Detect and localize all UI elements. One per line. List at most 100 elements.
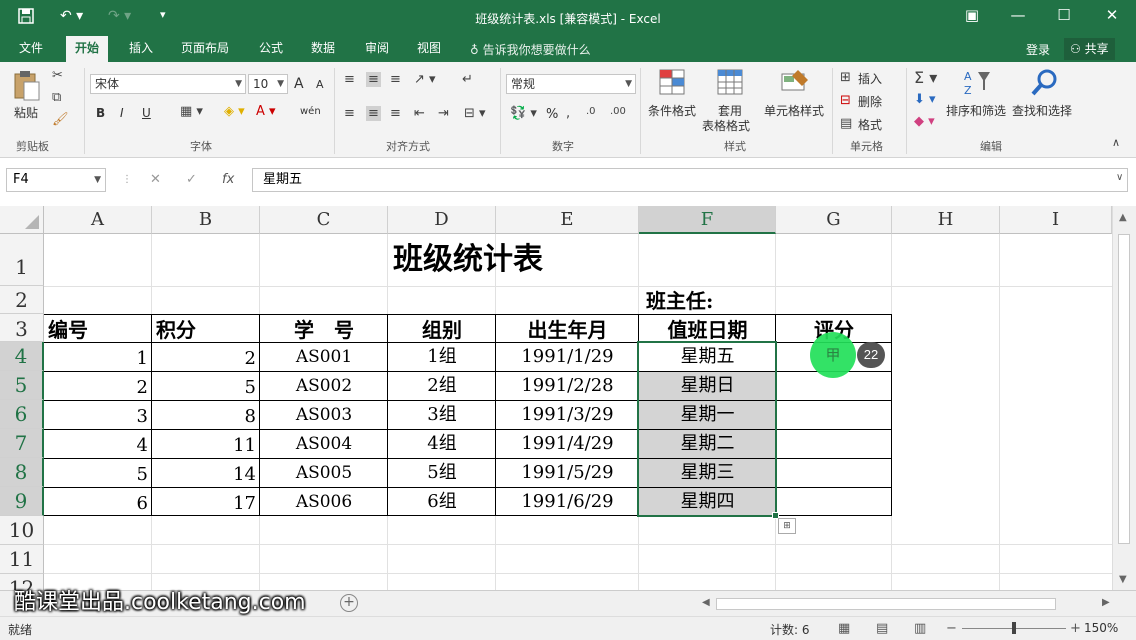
cell-c6[interactable]: AS003 xyxy=(260,400,388,429)
row-header-6[interactable]: 6 xyxy=(0,400,44,429)
conditional-format-label[interactable]: 条件格式 xyxy=(648,102,696,119)
row-header-4[interactable]: 4 xyxy=(0,342,44,371)
align-middle-icon[interactable]: ≡ xyxy=(366,72,381,87)
borders-icon[interactable]: ▦ ▾ xyxy=(180,104,203,119)
cell-a7[interactable]: 4 xyxy=(44,429,148,458)
column-header-e[interactable]: E xyxy=(496,206,639,234)
insert-function-button[interactable]: fx xyxy=(222,172,234,187)
tab-insert[interactable]: 插入 xyxy=(120,36,162,62)
grow-font-button[interactable]: A xyxy=(294,76,304,92)
close-icon[interactable]: ✕ xyxy=(1102,6,1122,24)
scroll-left-icon[interactable]: ◀ xyxy=(702,597,710,608)
font-color-icon[interactable]: A ▾ xyxy=(256,104,276,119)
cell-b9[interactable]: 17 xyxy=(152,487,256,516)
head-teacher-label[interactable]: 班主任: xyxy=(646,286,796,314)
name-box[interactable]: F4 ▼ xyxy=(6,168,106,192)
table-format-icon[interactable] xyxy=(716,68,746,98)
cell-e4[interactable]: 1991/1/29 xyxy=(496,342,639,371)
row-header-2[interactable]: 2 xyxy=(0,286,44,314)
cell-b6[interactable]: 8 xyxy=(152,400,256,429)
scroll-down-icon[interactable]: ▼ xyxy=(1119,574,1127,585)
zoom-slider-thumb[interactable] xyxy=(1012,622,1016,634)
copy-icon[interactable]: ⧉ xyxy=(52,90,61,105)
enter-icon[interactable]: ✓ xyxy=(186,172,197,187)
align-right-icon[interactable]: ≡ xyxy=(390,106,401,121)
login-link[interactable]: 登录 xyxy=(1026,41,1050,58)
autosum-icon[interactable]: Σ ▾ xyxy=(914,68,937,87)
ribbon-display-icon[interactable]: ▣ xyxy=(962,6,982,24)
cut-icon[interactable]: ✂ xyxy=(52,68,63,83)
tab-data[interactable]: 数据 xyxy=(302,36,344,62)
conditional-format-icon[interactable] xyxy=(658,68,688,98)
header-number[interactable]: 编号 xyxy=(48,314,148,342)
row-header-7[interactable]: 7 xyxy=(0,429,44,458)
column-header-d[interactable]: D xyxy=(388,206,496,234)
zoom-in-icon[interactable]: + xyxy=(1070,621,1081,636)
column-header-f[interactable]: F xyxy=(639,206,776,234)
align-center-icon[interactable]: ≡ xyxy=(366,106,381,121)
fill-color-icon[interactable]: ◈ ▾ xyxy=(224,104,245,119)
normal-view-icon[interactable]: ▦ xyxy=(838,621,850,636)
cell-c5[interactable]: AS002 xyxy=(260,371,388,400)
number-format-box[interactable]: 常规 ▼ xyxy=(506,74,636,94)
delete-cells-label[interactable]: 删除 xyxy=(858,93,882,110)
row-header-1[interactable]: 1 xyxy=(0,234,44,286)
row-header-9[interactable]: 9 xyxy=(0,487,44,516)
percent-button[interactable]: % xyxy=(546,107,558,122)
underline-button[interactable]: U xyxy=(142,106,151,120)
clear-icon[interactable]: ◆ ▾ xyxy=(914,114,935,129)
cell-d6[interactable]: 3组 xyxy=(388,400,496,429)
select-all-button[interactable] xyxy=(0,206,44,234)
scroll-up-icon[interactable]: ▲ xyxy=(1119,212,1127,223)
comma-icon[interactable]: , xyxy=(566,106,570,121)
increase-decimal-icon[interactable]: .0 xyxy=(586,106,596,117)
tab-page-layout[interactable]: 页面布局 xyxy=(172,36,238,62)
cell-b8[interactable]: 14 xyxy=(152,458,256,487)
column-header-a[interactable]: A xyxy=(44,206,152,234)
add-sheet-button[interactable]: + xyxy=(340,594,358,612)
cell-a8[interactable]: 5 xyxy=(44,458,148,487)
cell-e7[interactable]: 1991/4/29 xyxy=(496,429,639,458)
find-select-label[interactable]: 查找和选择 xyxy=(1012,102,1072,119)
cell-c8[interactable]: AS005 xyxy=(260,458,388,487)
align-bottom-icon[interactable]: ≡ xyxy=(390,72,401,87)
vertical-scrollbar[interactable]: ▲ ▼ xyxy=(1112,206,1136,590)
cell-b5[interactable]: 5 xyxy=(152,371,256,400)
column-header-h[interactable]: H xyxy=(892,206,1000,234)
row-header-3[interactable]: 3 xyxy=(0,314,44,342)
tab-formulas[interactable]: 公式 xyxy=(250,36,292,62)
row-header-5[interactable]: 5 xyxy=(0,371,44,400)
cell-e8[interactable]: 1991/5/29 xyxy=(496,458,639,487)
cancel-icon[interactable]: ✕ xyxy=(150,172,161,187)
column-header-g[interactable]: G xyxy=(776,206,892,234)
cell-c9[interactable]: AS006 xyxy=(260,487,388,516)
scroll-right-icon[interactable]: ▶ xyxy=(1102,597,1110,608)
header-birth[interactable]: 出生年月 xyxy=(496,314,639,342)
find-select-icon[interactable] xyxy=(1030,68,1060,98)
column-header-b[interactable]: B xyxy=(152,206,260,234)
insert-cells-label[interactable]: 插入 xyxy=(858,70,882,87)
minimize-icon[interactable]: — xyxy=(1008,6,1028,24)
row-header-11[interactable]: 11 xyxy=(0,545,44,574)
row-header-8[interactable]: 8 xyxy=(0,458,44,487)
format-painter-icon[interactable]: 🖌 xyxy=(52,112,69,127)
cell-d9[interactable]: 6组 xyxy=(388,487,496,516)
sort-filter-icon[interactable]: AZ xyxy=(962,68,992,98)
column-header-c[interactable]: C xyxy=(260,206,388,234)
formula-input[interactable]: 星期五 xyxy=(252,168,1128,192)
delete-cells-icon[interactable]: ⊟ xyxy=(840,93,851,108)
cell-d8[interactable]: 5组 xyxy=(388,458,496,487)
tab-view[interactable]: 视图 xyxy=(408,36,450,62)
cell-b4[interactable]: 2 xyxy=(152,342,256,371)
align-left-icon[interactable]: ≡ xyxy=(344,106,355,121)
bold-button[interactable]: B xyxy=(96,106,105,120)
insert-cells-icon[interactable]: ⊞ xyxy=(840,70,851,85)
page-break-view-icon[interactable]: ▥ xyxy=(914,621,926,636)
collapse-ribbon-icon[interactable]: ∧ xyxy=(1112,136,1120,149)
format-cells-label[interactable]: 格式 xyxy=(858,116,882,133)
table-format-label-2[interactable]: 表格格式 xyxy=(702,117,750,134)
increase-indent-icon[interactable]: ⇥ xyxy=(438,106,449,121)
zoom-out-icon[interactable]: − xyxy=(946,621,957,636)
align-top-icon[interactable]: ≡ xyxy=(344,72,355,87)
wrap-text-icon[interactable]: ↵ xyxy=(462,72,473,87)
